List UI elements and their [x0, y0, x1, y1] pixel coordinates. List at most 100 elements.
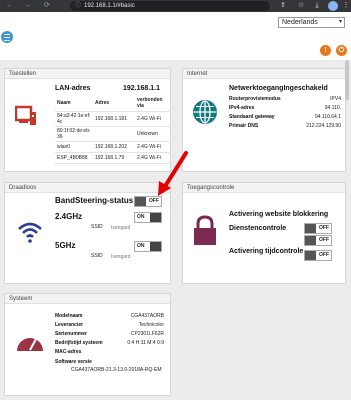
toggle-state: ON	[137, 214, 145, 220]
power-button[interactable]: ⏻	[336, 45, 347, 56]
ssid-value: Isengard	[111, 254, 131, 260]
language-select[interactable]: Nederlands ▾	[278, 17, 345, 28]
service-control-label: Dienstencontrole	[229, 225, 287, 232]
info-label: Leverancier	[55, 322, 84, 328]
star-icon[interactable]: ☆	[296, 1, 306, 11]
toegangscontrole-card: Toegangscontrole Activering website blok…	[182, 182, 346, 284]
info-label: MAC-adres	[55, 349, 82, 355]
info-value: 212.224.129.90	[306, 123, 341, 129]
table-row[interactable]: wlan0 192.168.1.202 2.4G Wi-Fi	[55, 141, 171, 153]
table-row[interactable]: ESP_4B0B88 192.168.1.79 2.4G Wi-Fi	[55, 152, 171, 164]
info-label: Modelnaam	[55, 313, 83, 319]
time-control-toggle[interactable]: OFF	[304, 250, 332, 261]
address-bar[interactable]: ⓘ 192.168.1.1/#basic	[70, 1, 270, 11]
band-24-label: 2.4GHz	[55, 212, 83, 221]
column-header: Naam	[55, 95, 93, 112]
toggle-knob	[305, 251, 316, 260]
ssid-value: Isengard	[111, 225, 131, 231]
bandsteering-label: BandSteering-status	[55, 196, 134, 205]
download-icon[interactable]: ⤓	[312, 1, 322, 11]
device-connection: 2.4G Wi-Fi	[135, 111, 171, 127]
hamburger-menu-button[interactable]	[1, 31, 13, 43]
device-address	[93, 126, 135, 142]
ssid-label: SSID	[91, 224, 103, 230]
draadloos-card: Draadloos BandSteering-status OFF 2.4GHz…	[4, 182, 171, 284]
toggle-state: OFF	[319, 225, 329, 231]
band-24-toggle[interactable]: ON	[134, 212, 162, 223]
device-address: 192.168.1.79	[93, 152, 135, 164]
more-icon[interactable]: ⋮	[341, 1, 351, 11]
info-label: Routerprovisiemodus	[229, 96, 281, 102]
internet-card: Internet NetwerktoegangIngeschakeld Rout…	[182, 68, 346, 172]
forward-icon[interactable]: →	[24, 2, 31, 10]
info-label: Serienummer	[55, 331, 87, 337]
toggle-knob	[305, 236, 316, 245]
lan-ip: 192.168.1.1	[123, 85, 160, 92]
card-title: Internet	[183, 69, 345, 79]
lock-icon	[194, 215, 216, 245]
website-block-label: Activering website blokkering	[229, 211, 329, 218]
info-label: Standaard gateway	[229, 114, 275, 120]
table-header-row: Naam Adres verbonden via	[55, 95, 171, 112]
band-5-toggle[interactable]: ON	[134, 241, 162, 252]
globe-icon	[193, 100, 217, 124]
devices-table: Naam Adres verbonden via 84:a3:42:1e:ef:…	[55, 95, 171, 164]
scrollbar[interactable]	[345, 60, 349, 100]
card-title: Draadloos	[5, 183, 170, 193]
wifi-icon	[18, 222, 42, 243]
internet-status: NetwerktoegangIngeschakeld	[229, 85, 328, 92]
info-label: Primair DNS	[229, 123, 259, 129]
info-value: CGA437AORB	[130, 313, 164, 319]
column-header: Adres	[93, 95, 135, 112]
website-block-toggle[interactable]: OFF	[304, 235, 332, 246]
device-name: wlan0	[55, 141, 93, 153]
info-value: 94.110.	[324, 105, 341, 111]
toggle-state: OFF	[319, 237, 329, 243]
toggle-knob	[305, 224, 316, 233]
card-title: Toestellen	[5, 69, 170, 79]
profile-icon[interactable]	[328, 1, 338, 11]
info-value: Technicolor	[138, 322, 164, 328]
alert-button[interactable]: !	[320, 45, 331, 56]
info-label: Bedrijfstijd systeem	[55, 340, 103, 346]
share-icon[interactable]: ⇪	[278, 1, 288, 11]
device-address: 192.168.1.202	[93, 141, 135, 153]
ssid-label: SSID	[91, 253, 103, 259]
systeem-card: Systeem Modelnaam CGA437AORB Leverancier…	[4, 293, 171, 396]
table-row[interactable]: 84:a3:42:1e:ef:4c 192.168.1.181 2.4G Wi-…	[55, 111, 171, 127]
table-row[interactable]: 80:1f:02:de:eb:36 Unknown	[55, 126, 171, 142]
info-value: 94.110.64.1	[314, 114, 341, 120]
device-name: 80:1f:02:de:eb:36	[55, 126, 93, 142]
device-name: 84:a3:42:1e:ef:4c	[55, 111, 93, 127]
lan-label: LAN-adres	[55, 85, 91, 92]
info-value: IPV4	[330, 96, 341, 102]
toestellen-card: Toestellen LAN-adres 192.168.1.1 Naam Ad…	[4, 68, 171, 172]
info-icon[interactable]: ⓘ	[75, 1, 81, 11]
device-address: 192.168.1.181	[93, 111, 135, 127]
info-value: 0:4 H:11 M:4 0:9	[127, 340, 164, 346]
column-header: verbonden via	[135, 95, 171, 112]
time-control-label: Activering tijdcontrole	[229, 248, 304, 255]
device-name: ESP_4B0B88	[55, 152, 93, 164]
gauge-icon	[17, 338, 43, 351]
language-value: Nederlands	[282, 19, 318, 26]
toggle-state: OFF	[319, 252, 329, 258]
toggle-knob	[150, 213, 161, 222]
app-header: Nederlands ▾ ! ⏻	[0, 12, 351, 60]
back-icon[interactable]: ←	[6, 2, 13, 10]
devices-icon	[15, 105, 36, 125]
toggle-state: OFF	[149, 198, 159, 204]
software-label: Software versie	[55, 359, 92, 365]
url-text: 192.168.1.1/#basic	[84, 3, 135, 9]
card-title: Systeem	[5, 294, 170, 304]
reload-icon[interactable]: ⟳	[44, 2, 50, 10]
software-value: CGA437AORB-21.3-13.0-2018A-RQ-EM	[71, 367, 162, 373]
device-connection: Unknown	[135, 126, 171, 142]
info-value: CP2301LF62R	[130, 331, 164, 337]
toggle-state: ON	[137, 243, 145, 249]
toggle-knob	[150, 242, 161, 251]
service-control-toggle[interactable]: OFF	[304, 223, 332, 234]
browser-toolbar: ← → ⟳ ⓘ 192.168.1.1/#basic ⇪ ☆ ⤓ ⋮	[0, 0, 351, 12]
band-5-label: 5GHz	[55, 241, 76, 250]
toggle-knob	[135, 197, 146, 206]
